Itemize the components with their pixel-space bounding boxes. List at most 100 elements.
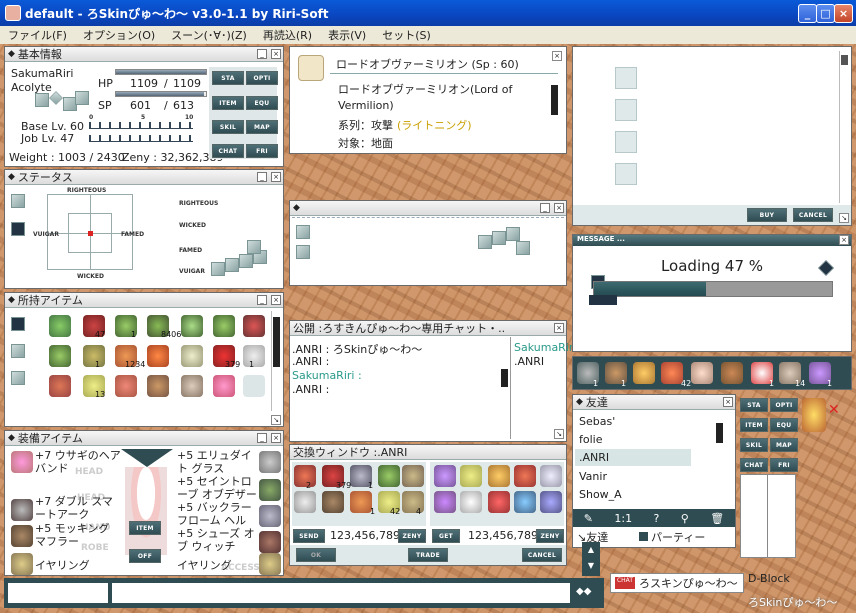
shell-icon[interactable] xyxy=(181,375,203,397)
resize-icon[interactable]: ↘ xyxy=(839,213,849,223)
friend-button[interactable]: FRI xyxy=(246,144,278,158)
resize-icon[interactable]: ↘ xyxy=(271,415,281,425)
minimize-icon[interactable]: _ xyxy=(540,203,550,213)
item-icon[interactable] xyxy=(350,491,372,513)
close-icon[interactable]: × xyxy=(271,295,281,305)
sprout-icon[interactable] xyxy=(83,345,105,367)
item-button[interactable]: ITEM xyxy=(740,418,768,432)
item-button[interactable]: ITEM xyxy=(212,96,244,110)
zeny-right-button[interactable]: ZENY xyxy=(536,529,564,543)
poring-icon[interactable] xyxy=(213,375,235,397)
add-friend-icon[interactable]: ✎ xyxy=(584,512,593,525)
close-icon[interactable]: × xyxy=(552,51,562,61)
hotkey-slot[interactable] xyxy=(633,362,655,384)
shop-slot[interactable] xyxy=(615,131,637,153)
menu-set[interactable]: セット(S) xyxy=(374,27,439,43)
friend-item[interactable]: Show_A xyxy=(579,488,622,501)
close-icon[interactable]: × xyxy=(554,203,564,213)
hotkey-slot[interactable] xyxy=(721,362,743,384)
inventory-scrollbar[interactable] xyxy=(271,311,281,411)
maximize-button[interactable]: □ xyxy=(816,4,835,23)
friend-item[interactable]: Vanir xyxy=(579,470,607,483)
empty-slot[interactable] xyxy=(243,375,265,397)
muffler-icon[interactable] xyxy=(11,525,33,547)
item-icon[interactable] xyxy=(322,491,344,513)
item-icon[interactable] xyxy=(488,491,510,513)
window-header[interactable]: 公開 :ろすきんぴゅ～わ～専用チャット・.. × xyxy=(290,321,566,336)
creature-icon[interactable] xyxy=(115,375,137,397)
status-button[interactable]: STA xyxy=(740,398,768,412)
minimize-button[interactable]: _ xyxy=(798,4,817,23)
shop-scrollbar[interactable] xyxy=(839,51,849,203)
item-icon[interactable] xyxy=(434,491,456,513)
search-icon[interactable]: ⚲ xyxy=(681,512,689,525)
hotkey-slot[interactable] xyxy=(661,362,683,384)
shop-slot[interactable] xyxy=(615,99,637,121)
item-icon[interactable] xyxy=(460,491,482,513)
minimize-icon[interactable]: _ xyxy=(257,172,267,182)
off-button[interactable]: OFF xyxy=(129,549,161,563)
party-tab[interactable]: パーティー xyxy=(639,529,705,545)
minimize-icon[interactable]: _ xyxy=(257,49,267,59)
friend-item-selected[interactable]: .ANRI xyxy=(579,451,609,464)
shop-cancel-button[interactable]: CANCEL xyxy=(793,208,833,222)
map-button[interactable]: MAP xyxy=(246,120,278,134)
shell-icon[interactable] xyxy=(147,375,169,397)
trade-button[interactable]: TRADE xyxy=(408,548,448,562)
help-icon[interactable]: ? xyxy=(654,512,660,525)
friends-scrollbar[interactable] xyxy=(715,413,725,503)
menu-reload[interactable]: 再読込(R) xyxy=(255,27,320,43)
skill-button[interactable]: SKIL xyxy=(740,438,768,452)
close-icon[interactable]: × xyxy=(271,172,281,182)
status-button[interactable]: STA xyxy=(212,71,244,85)
shield-icon[interactable] xyxy=(259,505,281,527)
emotion-icon[interactable] xyxy=(802,398,826,432)
item-icon[interactable] xyxy=(378,465,400,487)
chatroom-tab[interactable]: CHAT ろスキンぴゅ～わ～ xyxy=(610,573,744,593)
minimize-icon[interactable]: _ xyxy=(257,295,267,305)
earring-icon[interactable] xyxy=(11,553,33,575)
friend-item[interactable]: folie xyxy=(579,433,602,446)
blossom-icon[interactable] xyxy=(181,345,203,367)
plant-icon[interactable] xyxy=(181,315,203,337)
equip-button[interactable]: EQU xyxy=(770,418,798,432)
shoes-icon[interactable] xyxy=(259,531,281,553)
item-icon[interactable] xyxy=(540,465,562,487)
item-icon[interactable] xyxy=(402,465,424,487)
item-icon[interactable] xyxy=(514,465,536,487)
close-icon[interactable]: × xyxy=(271,49,281,59)
shop-slot[interactable] xyxy=(615,67,637,89)
close-icon[interactable]: × xyxy=(271,433,281,443)
skill-button[interactable]: SKIL xyxy=(212,120,244,134)
buy-button[interactable]: BUY xyxy=(747,208,787,222)
chat-button[interactable]: CHAT xyxy=(212,144,244,158)
friend-button[interactable]: FRI xyxy=(770,458,798,472)
item-icon[interactable] xyxy=(460,465,482,487)
whisper-target-input[interactable] xyxy=(8,583,108,603)
item-icon[interactable] xyxy=(540,491,562,513)
menu-option[interactable]: オプション(O) xyxy=(75,27,163,43)
window-header[interactable]: 交換ウィンドウ :.ANRI xyxy=(290,445,566,460)
creature-icon[interactable] xyxy=(49,375,71,397)
item-icon[interactable] xyxy=(434,465,456,487)
herb-icon[interactable] xyxy=(213,315,235,337)
close-icon[interactable]: × xyxy=(554,323,564,333)
map-button[interactable]: MAP xyxy=(770,438,798,452)
chat-message-input[interactable] xyxy=(112,583,570,603)
item-toggle-button[interactable]: ITEM xyxy=(129,521,161,535)
menu-view[interactable]: 表示(V) xyxy=(320,27,374,43)
staff-icon[interactable] xyxy=(11,499,33,521)
glasses-icon[interactable] xyxy=(259,451,281,473)
delete-icon[interactable]: 🗑 xyxy=(710,512,724,525)
option-button[interactable]: OPTI xyxy=(246,71,278,85)
whisper-icon[interactable]: 1:1 xyxy=(614,512,632,525)
hotkey-slot[interactable] xyxy=(691,362,713,384)
menu-soon[interactable]: スーン(･∀･)(Z) xyxy=(163,27,255,43)
earring-icon[interactable] xyxy=(259,553,281,575)
get-button[interactable]: GET xyxy=(432,529,460,543)
cancel-button[interactable]: CANCEL xyxy=(522,548,562,562)
herb-icon[interactable] xyxy=(49,315,71,337)
close-button[interactable]: × xyxy=(834,4,853,23)
window-header[interactable]: ◆ 基本情報 _ × xyxy=(5,47,283,62)
flower-icon[interactable] xyxy=(243,315,265,337)
